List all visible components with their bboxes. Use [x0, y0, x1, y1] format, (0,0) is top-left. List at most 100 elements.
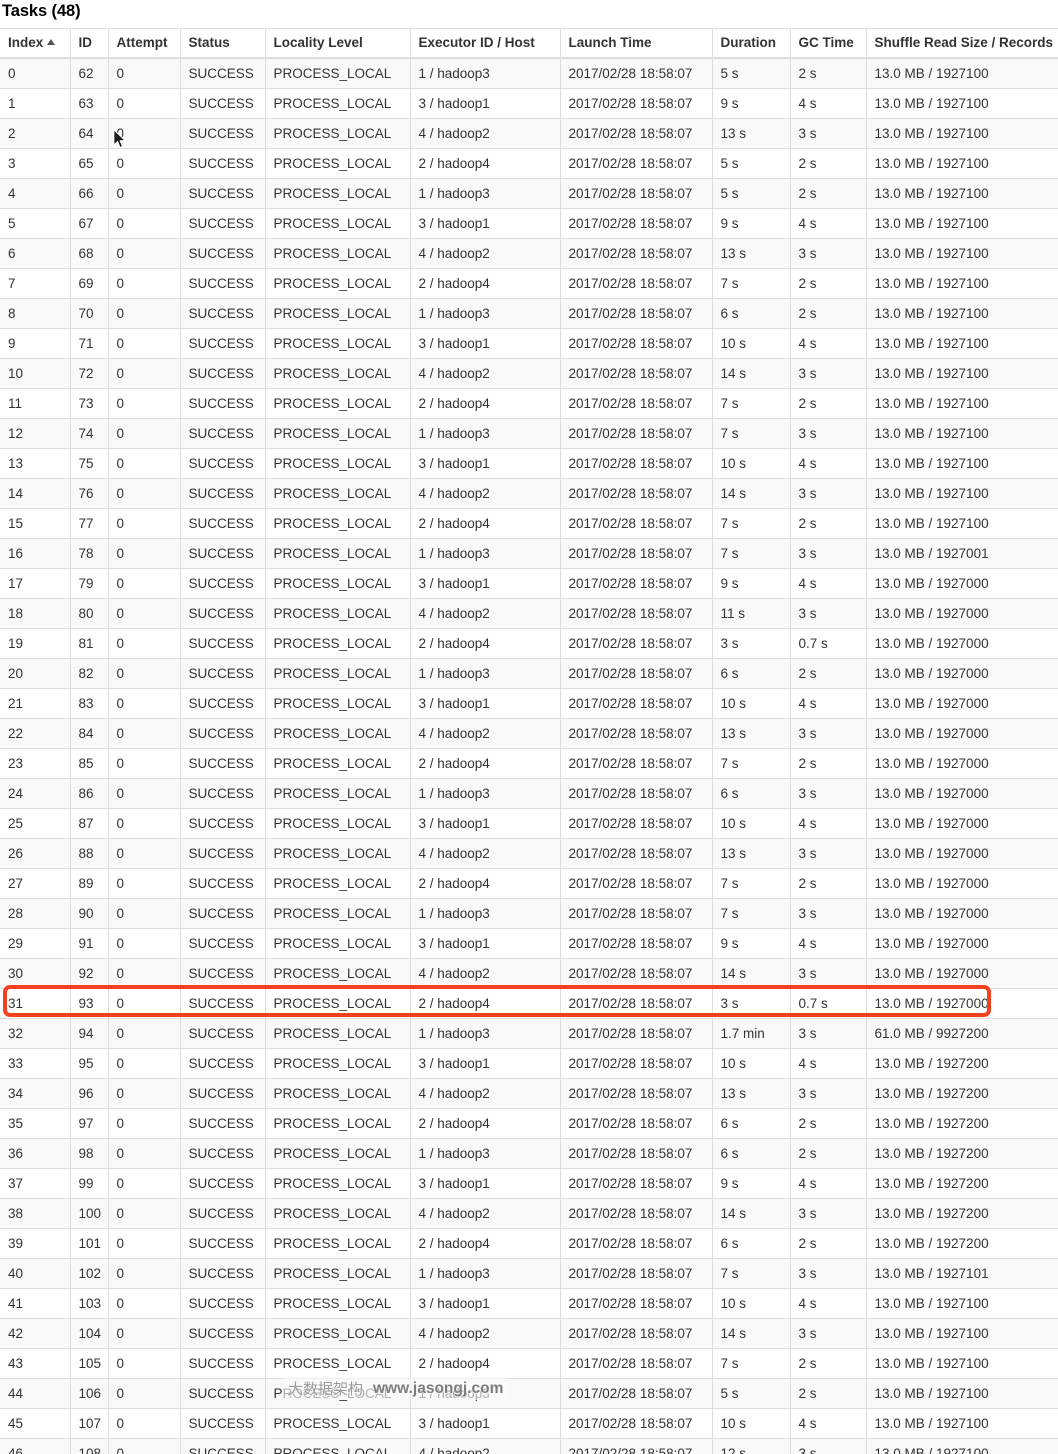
cell-duration: 7 s [712, 898, 791, 929]
cell-locality-level: PROCESS_LOCAL [265, 628, 411, 659]
cell-locality-level: PROCESS_LOCAL [265, 298, 411, 329]
cell-index: 45 [0, 1408, 71, 1439]
cell-attempt: 0 [108, 118, 181, 149]
cell-shuffle-read: 13.0 MB / 1927100 [866, 478, 1058, 509]
cell-shuffle-read: 13.0 MB / 1927100 [866, 1318, 1058, 1349]
table-row: 4 66 0 SUCCESS PROCESS_LOCAL 1 / hadoop3 2017/… [0, 178, 1058, 209]
cell-shuffle-read: 13.0 MB / 1927000 [866, 688, 1058, 719]
cell-gc-time: 3 s [790, 118, 867, 149]
cell-shuffle-read: 13.0 MB / 1927000 [866, 778, 1058, 809]
cell-status: SUCCESS [180, 778, 266, 809]
cell-gc-time: 2 s [790, 1228, 867, 1259]
cell-executor-id-host: 2 / hadoop4 [410, 148, 561, 179]
cell-launch-time: 2017/02/28 18:58:07 [560, 1198, 713, 1229]
column-header-shuffle-read-size-records[interactable]: Shuffle Read Size / Records [866, 28, 1058, 59]
cell-index: 23 [0, 748, 71, 779]
cell-gc-time: 3 s [790, 1318, 867, 1349]
table-row: 13 75 0 SUCCESS PROCESS_LOCAL 3 / hadoop1 2017… [0, 448, 1058, 479]
table-row: 31 93 0 SUCCESS PROCESS_LOCAL 2 / hadoop4 2017… [0, 988, 1058, 1019]
cell-status: SUCCESS [180, 1258, 266, 1289]
cell-duration: 6 s [712, 298, 791, 329]
cell-duration: 10 s [712, 1288, 791, 1319]
cell-index: 37 [0, 1168, 71, 1199]
cell-index: 27 [0, 868, 71, 899]
cell-id: 92 [70, 958, 109, 989]
column-header-status[interactable]: Status [180, 28, 266, 59]
cell-shuffle-read: 13.0 MB / 1927001 [866, 538, 1058, 569]
cell-status: SUCCESS [180, 1348, 266, 1379]
table-row: 38 100 0 SUCCESS PROCESS_LOCAL 4 / hadoop2 201… [0, 1198, 1058, 1229]
column-header-attempt[interactable]: Attempt [108, 28, 181, 59]
cell-gc-time: 3 s [790, 598, 867, 629]
column-header-executor-id-host[interactable]: Executor ID / Host [410, 28, 561, 59]
cell-launch-time: 2017/02/28 18:58:07 [560, 1228, 713, 1259]
cell-launch-time: 2017/02/28 18:58:07 [560, 238, 713, 269]
cell-id: 83 [70, 688, 109, 719]
cell-shuffle-read: 13.0 MB / 1927100 [866, 418, 1058, 449]
cell-locality-level: PROCESS_LOCAL [265, 1198, 411, 1229]
cell-attempt: 0 [108, 1318, 181, 1349]
cell-executor-id-host: 3 / hadoop1 [410, 688, 561, 719]
cell-id: 79 [70, 568, 109, 599]
cell-locality-level: PROCESS_LOCAL [265, 148, 411, 179]
cell-executor-id-host: 4 / hadoop2 [410, 238, 561, 269]
cell-status: SUCCESS [180, 1228, 266, 1259]
cell-id: 67 [70, 208, 109, 239]
cell-status: SUCCESS [180, 508, 266, 539]
cell-index: 3 [0, 148, 71, 179]
table-row: 9 71 0 SUCCESS PROCESS_LOCAL 3 / hadoop1 2017/… [0, 328, 1058, 359]
table-row: 23 85 0 SUCCESS PROCESS_LOCAL 2 / hadoop4 2017… [0, 748, 1058, 779]
cell-id: 71 [70, 328, 109, 359]
cell-gc-time: 3 s [790, 478, 867, 509]
column-header-launch-time[interactable]: Launch Time [560, 28, 713, 59]
cell-status: SUCCESS [180, 1078, 266, 1109]
cell-duration: 13 s [712, 238, 791, 269]
cell-executor-id-host: 4 / hadoop2 [410, 1198, 561, 1229]
cell-duration: 10 s [712, 808, 791, 839]
cell-attempt: 0 [108, 418, 181, 449]
table-row: 27 89 0 SUCCESS PROCESS_LOCAL 2 / hadoop4 2017… [0, 868, 1058, 899]
cell-duration: 5 s [712, 178, 791, 209]
column-header-id[interactable]: ID [70, 28, 109, 59]
column-header-duration[interactable]: Duration [712, 28, 791, 59]
cell-launch-time: 2017/02/28 18:58:07 [560, 898, 713, 929]
cell-gc-time: 4 s [790, 808, 867, 839]
cell-gc-time: 2 s [790, 148, 867, 179]
cell-locality-level: PROCESS_LOCAL [265, 958, 411, 989]
cell-executor-id-host: 3 / hadoop1 [410, 1048, 561, 1079]
cell-launch-time: 2017/02/28 18:58:07 [560, 778, 713, 809]
cell-executor-id-host: 1 / hadoop3 [410, 658, 561, 689]
cell-attempt: 0 [108, 928, 181, 959]
cell-shuffle-read: 13.0 MB / 1927200 [866, 1078, 1058, 1109]
cell-locality-level: PROCESS_LOCAL [265, 538, 411, 569]
cell-shuffle-read: 13.0 MB / 1927100 [866, 1288, 1058, 1319]
cell-duration: 7 s [712, 538, 791, 569]
cell-status: SUCCESS [180, 88, 266, 119]
cell-locality-level: PROCESS_LOCAL [265, 868, 411, 899]
cell-id: 80 [70, 598, 109, 629]
column-header-index[interactable]: Index [0, 28, 71, 59]
cell-status: SUCCESS [180, 1438, 266, 1454]
cell-duration: 6 s [712, 1228, 791, 1259]
cell-id: 96 [70, 1078, 109, 1109]
cell-id: 66 [70, 178, 109, 209]
cell-index: 6 [0, 238, 71, 269]
cell-duration: 5 s [712, 148, 791, 179]
cell-launch-time: 2017/02/28 18:58:07 [560, 568, 713, 599]
cell-executor-id-host: 4 / hadoop2 [410, 1438, 561, 1454]
cell-executor-id-host: 4 / hadoop2 [410, 718, 561, 749]
cell-index: 15 [0, 508, 71, 539]
cell-duration: 10 s [712, 1048, 791, 1079]
cell-executor-id-host: 1 / hadoop3 [410, 538, 561, 569]
cell-id: 88 [70, 838, 109, 869]
cell-attempt: 0 [108, 1138, 181, 1169]
cell-gc-time: 2 s [790, 178, 867, 209]
cell-executor-id-host: 1 / hadoop3 [410, 298, 561, 329]
table-row: 41 103 0 SUCCESS PROCESS_LOCAL 3 / hadoop1 201… [0, 1288, 1058, 1319]
cell-id: 62 [70, 58, 109, 89]
cell-gc-time: 2 s [790, 658, 867, 689]
cell-locality-level: PROCESS_LOCAL [265, 568, 411, 599]
column-header-gc-time[interactable]: GC Time [790, 28, 867, 59]
cell-executor-id-host: 2 / hadoop4 [410, 748, 561, 779]
column-header-locality-level[interactable]: Locality Level [265, 28, 411, 59]
